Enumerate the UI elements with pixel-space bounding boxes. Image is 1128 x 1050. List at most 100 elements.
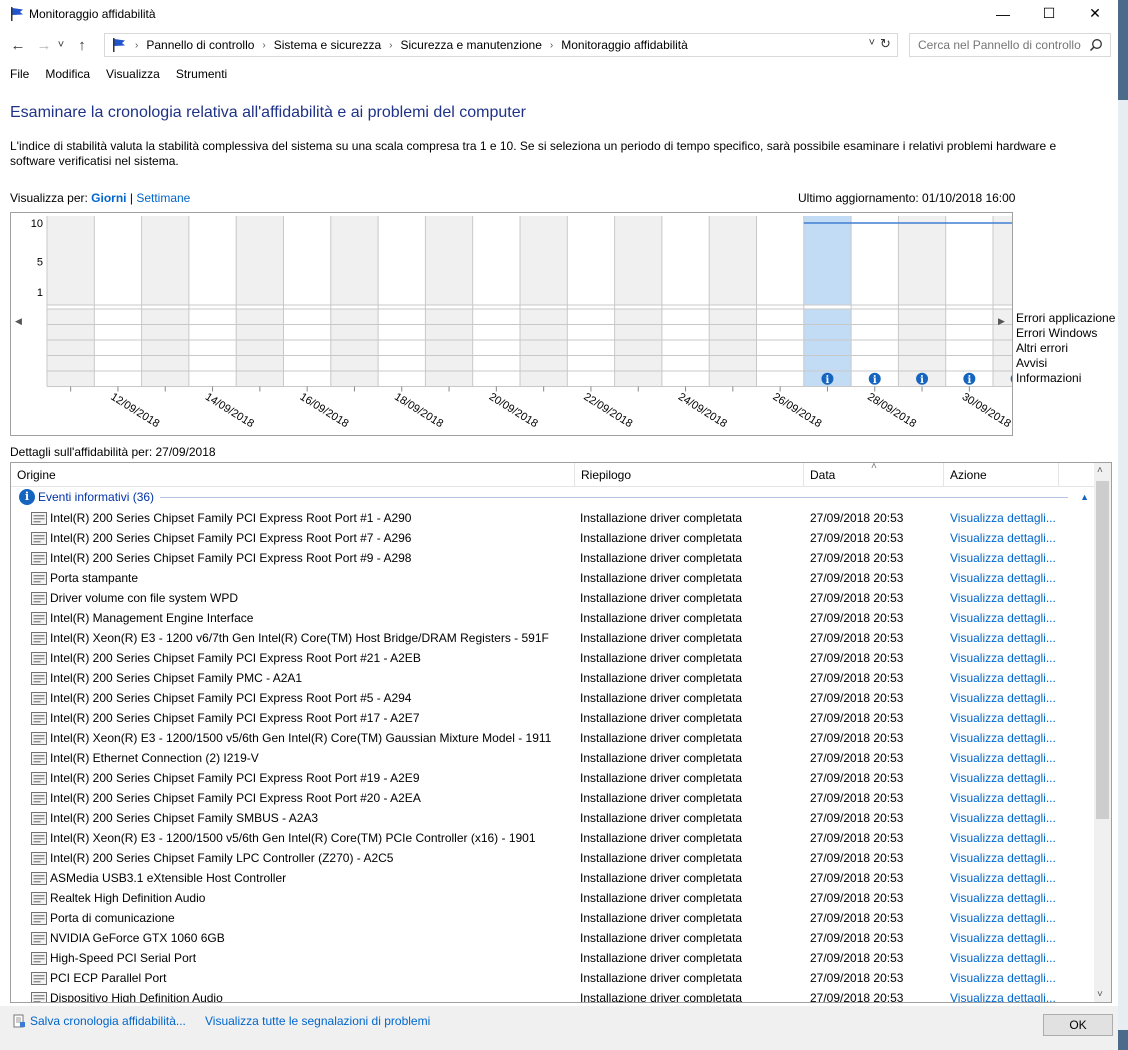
day-column[interactable] (283, 216, 331, 305)
scroll-up-button[interactable]: ˄ (1097, 465, 1103, 476)
back-button[interactable]: ← (7, 37, 29, 54)
view-details-link[interactable]: Visualizza dettagli... (950, 591, 1070, 605)
day-column[interactable] (141, 216, 189, 305)
view-details-link[interactable]: Visualizza dettagli... (950, 631, 1070, 645)
day-column[interactable] (520, 216, 568, 305)
table-row[interactable]: Intel(R) 200 Series Chipset Family PCI E… (11, 528, 1096, 548)
breadcrumb-security-maintenance[interactable]: Sicurezza e manutenzione (400, 38, 541, 52)
view-details-link[interactable]: Visualizza dettagli... (950, 651, 1070, 665)
forward-button[interactable]: → (33, 37, 55, 54)
stability-chart[interactable]: 1051iiiii12/09/201814/09/201816/09/20181… (10, 212, 1013, 436)
day-event-column[interactable] (614, 309, 662, 387)
address-bar[interactable]: › Pannello di controllo › Sistema e sicu… (104, 33, 898, 57)
view-details-link[interactable]: Visualizza dettagli... (950, 691, 1070, 705)
stability-chart-canvas[interactable]: 1051iiiii12/09/201814/09/201816/09/20181… (11, 213, 1012, 435)
table-row[interactable]: Intel(R) Xeon(R) E3 - 1200/1500 v5/6th G… (11, 728, 1096, 748)
view-details-link[interactable]: Visualizza dettagli... (950, 851, 1070, 865)
save-history-label[interactable]: Salva cronologia affidabilità... (30, 1014, 186, 1028)
scroll-down-button[interactable]: ˅ (1097, 989, 1103, 1000)
table-row[interactable]: Intel(R) 200 Series Chipset Family PCI E… (11, 648, 1096, 668)
day-event-column[interactable] (756, 309, 804, 387)
collapse-chevron-icon[interactable]: ▲ (1080, 492, 1089, 502)
breadcrumb-separator[interactable]: › (389, 40, 392, 51)
day-event-column[interactable] (378, 309, 426, 387)
menu-file[interactable]: File (10, 67, 29, 81)
table-row[interactable]: ASMedia USB3.1 eXtensible Host Controlle… (11, 868, 1096, 888)
day-column[interactable] (661, 216, 710, 305)
view-details-link[interactable]: Visualizza dettagli... (950, 951, 1070, 965)
up-button[interactable]: ↑ (71, 37, 93, 54)
view-details-link[interactable]: Visualizza dettagli... (950, 711, 1070, 725)
breadcrumb-reliability-monitor[interactable]: Monitoraggio affidabilità (561, 38, 688, 52)
table-row[interactable]: Intel(R) 200 Series Chipset Family PMC -… (11, 668, 1096, 688)
view-details-link[interactable]: Visualizza dettagli... (950, 571, 1070, 585)
table-row[interactable]: Intel(R) Xeon(R) E3 - 1200 v6/7th Gen In… (11, 628, 1096, 648)
column-header-summary[interactable]: Riepilogo (575, 463, 804, 487)
menu-view[interactable]: Visualizza (106, 67, 160, 81)
breadcrumb-separator[interactable]: › (262, 40, 265, 51)
save-history-link[interactable]: Salva cronologia affidabilità... (12, 1014, 186, 1028)
search-input[interactable] (918, 38, 1093, 52)
day-column[interactable] (851, 216, 899, 305)
view-details-link[interactable]: Visualizza dettagli... (950, 771, 1070, 785)
close-button[interactable]: ✕ (1072, 0, 1118, 27)
day-column[interactable] (614, 216, 662, 305)
table-row[interactable]: Realtek High Definition Audio Installazio… (11, 888, 1096, 908)
breadcrumb-control-panel[interactable]: Pannello di controllo (146, 38, 254, 52)
day-column[interactable] (567, 216, 615, 305)
table-row[interactable]: NVIDIA GeForce GTX 1060 6GB Installazione… (11, 928, 1096, 948)
day-event-column[interactable] (141, 309, 189, 387)
table-row[interactable]: Intel(R) 200 Series Chipset Family PCI E… (11, 788, 1096, 808)
table-row[interactable]: High-Speed PCI Serial Port Installazione … (11, 948, 1096, 968)
day-event-column[interactable] (472, 309, 520, 387)
minimize-button[interactable]: — (980, 0, 1026, 27)
day-column[interactable] (47, 216, 95, 305)
table-row[interactable]: Dispositivo High Definition Audio Install… (11, 988, 1096, 1002)
day-event-column[interactable] (188, 309, 237, 387)
table-row[interactable]: Porta di comunicazione Installazione driv… (11, 908, 1096, 928)
view-all-reports-link[interactable]: Visualizza tutte le segnalazioni di prob… (205, 1014, 430, 1028)
table-row[interactable]: Intel(R) 200 Series Chipset Family PCI E… (11, 688, 1096, 708)
day-event-column[interactable] (47, 309, 95, 387)
day-column[interactable] (993, 216, 1012, 305)
chart-scroll-left-button[interactable]: ◀ (15, 316, 22, 327)
day-column[interactable] (425, 216, 473, 305)
day-event-column[interactable] (236, 309, 284, 387)
day-event-column[interactable] (567, 309, 615, 387)
view-details-link[interactable]: Visualizza dettagli... (950, 931, 1070, 945)
view-details-link[interactable]: Visualizza dettagli... (950, 611, 1070, 625)
day-event-column[interactable] (425, 309, 473, 387)
view-weeks-link[interactable]: Settimane (136, 191, 190, 205)
group-informational-events[interactable]: i Eventi informativi (36) ▲ (19, 489, 1089, 505)
day-event-column[interactable] (94, 309, 142, 387)
day-event-column[interactable] (520, 309, 568, 387)
day-event-column[interactable] (661, 309, 710, 387)
day-column[interactable] (378, 216, 426, 305)
table-row[interactable]: Intel(R) 200 Series Chipset Family LPC C… (11, 848, 1096, 868)
recent-locations-button[interactable]: ˅ (55, 39, 67, 51)
view-details-link[interactable]: Visualizza dettagli... (950, 871, 1070, 885)
table-row[interactable]: Driver volume con file system WPD Install… (11, 588, 1096, 608)
view-details-link[interactable]: Visualizza dettagli... (950, 731, 1070, 745)
view-details-link[interactable]: Visualizza dettagli... (950, 531, 1070, 545)
menu-edit[interactable]: Modifica (45, 67, 90, 81)
view-details-link[interactable]: Visualizza dettagli... (950, 671, 1070, 685)
table-row[interactable]: Intel(R) 200 Series Chipset Family PCI E… (11, 508, 1096, 528)
view-details-link[interactable]: Visualizza dettagli... (950, 991, 1070, 1002)
view-details-link[interactable]: Visualizza dettagli... (950, 551, 1070, 565)
view-days-link[interactable]: Giorni (91, 191, 126, 205)
day-column[interactable] (898, 216, 946, 305)
day-column[interactable] (803, 216, 852, 305)
maximize-button[interactable]: ☐ (1026, 0, 1072, 27)
view-details-link[interactable]: Visualizza dettagli... (950, 811, 1070, 825)
view-details-link[interactable]: Visualizza dettagli... (950, 891, 1070, 905)
day-event-column[interactable] (330, 309, 379, 387)
search-box[interactable] (909, 33, 1111, 57)
day-column[interactable] (236, 216, 284, 305)
day-column[interactable] (945, 216, 993, 305)
table-row[interactable]: Intel(R) 200 Series Chipset Family PCI E… (11, 548, 1096, 568)
day-column[interactable] (756, 216, 804, 305)
day-column[interactable] (188, 216, 237, 305)
table-row[interactable]: Intel(R) 200 Series Chipset Family PCI E… (11, 708, 1096, 728)
view-details-link[interactable]: Visualizza dettagli... (950, 911, 1070, 925)
